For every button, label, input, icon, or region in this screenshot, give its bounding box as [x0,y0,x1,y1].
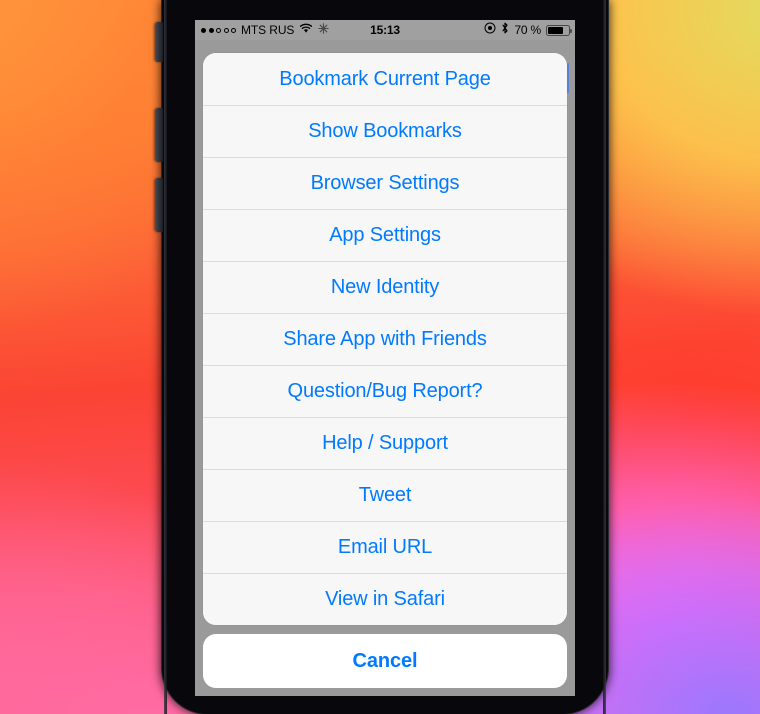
location-arrow-icon [484,20,496,40]
action-item-label: Browser Settings [310,171,460,194]
cancel-button-label: Cancel [352,649,418,672]
action-item-label: Tweet [358,483,412,506]
action-item-new-identity[interactable]: New Identity [203,261,567,313]
action-item-tweet[interactable]: Tweet [203,469,567,521]
action-item-label: Email URL [337,535,433,558]
cancel-button[interactable]: Cancel [203,634,567,688]
battery-percentage-label: 70 % [514,23,541,37]
volume-down-button[interactable] [155,178,163,232]
battery-icon [546,24,572,36]
action-item-label: Show Bookmarks [308,119,462,142]
action-item-help-support[interactable]: Help / Support [203,417,567,469]
action-item-browser-settings[interactable]: Browser Settings [203,157,567,209]
action-sheet: Bookmark Current Page Show Bookmarks Bro… [203,53,569,688]
action-item-label: Share App with Friends [283,327,487,350]
action-item-label: New Identity [330,275,440,298]
action-item-label: Question/Bug Report? [287,379,483,402]
action-item-bookmark-current-page[interactable]: Bookmark Current Page [203,53,567,105]
action-item-label: Help / Support [322,431,448,454]
phone-device-frame: MTS RUS 15:13 70 % Bookmark Current Page… [155,0,608,714]
bluetooth-icon [501,20,509,40]
volume-up-button[interactable] [155,108,163,162]
phone-screen: MTS RUS 15:13 70 % Bookmark Current Page… [195,20,575,696]
action-item-email-url[interactable]: Email URL [203,521,567,573]
action-item-question-bug-report[interactable]: Question/Bug Report? [203,365,567,417]
action-item-label: View in Safari [325,587,445,610]
sheet-right-edge-accent [567,63,569,93]
status-bar: MTS RUS 15:13 70 % [195,20,575,40]
status-bar-right: 70 % [484,20,572,40]
action-item-share-app-with-friends[interactable]: Share App with Friends [203,313,567,365]
action-item-show-bookmarks[interactable]: Show Bookmarks [203,105,567,157]
action-item-view-in-safari[interactable]: View in Safari [203,573,567,625]
action-item-app-settings[interactable]: App Settings [203,209,567,261]
action-item-label: App Settings [329,223,441,246]
action-sheet-item-list: Bookmark Current Page Show Bookmarks Bro… [203,53,567,625]
mute-switch-button[interactable] [155,22,163,62]
action-item-label: Bookmark Current Page [279,67,491,90]
